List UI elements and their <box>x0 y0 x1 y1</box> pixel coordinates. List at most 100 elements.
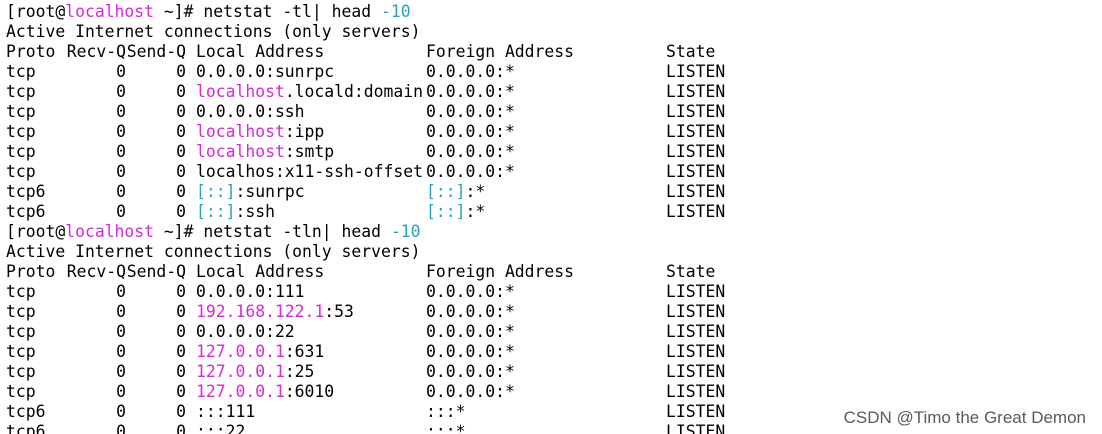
prompt-line[interactable]: [root@localhost ~]# netstat -tl| head -1… <box>6 2 1102 22</box>
cell-sendq: 0 <box>176 402 186 421</box>
cell-proto: tcp <box>6 102 36 121</box>
cell-local-address: 127.0.0.1:6010 <box>186 382 426 402</box>
cell-state: LISTEN <box>666 382 726 401</box>
foreign-address-rest: 0.0.0.0:* <box>426 122 515 141</box>
local-address-rest: .locald:domain <box>284 82 423 101</box>
local-address-highlight: localhost <box>196 142 285 161</box>
local-address-rest: 0.0.0.0:sunrpc <box>196 62 335 81</box>
local-address-rest: localhos:x11-ssh-offset <box>196 162 423 181</box>
terminal-window[interactable]: [root@localhost ~]# netstat -tl| head -1… <box>0 0 1102 434</box>
cell-proto: tcp6 <box>6 402 46 421</box>
cell-proto: tcp <box>6 302 36 321</box>
cell-sendq: 0 <box>176 382 186 401</box>
table-row: tcp 0 0 0.0.0.0:22 0.0.0.0:* LISTEN <box>6 322 1102 342</box>
table-row: tcp 0 0 127.0.0.1:25 0.0.0.0:* LISTEN <box>6 362 1102 382</box>
prompt-command: ~]# netstat -tln| head <box>154 222 391 241</box>
cell-state: LISTEN <box>666 142 726 161</box>
table-row: tcp 0 0 0.0.0.0:111 0.0.0.0:* LISTEN <box>6 282 1102 302</box>
header-recvq: Recv-Q <box>66 42 126 61</box>
cell-local-address: 0.0.0.0:22 <box>186 322 426 342</box>
foreign-address-highlight: [::] <box>426 202 466 221</box>
foreign-address-rest: 0.0.0.0:* <box>426 342 515 361</box>
cell-recvq: 0 <box>116 282 126 301</box>
foreign-address-rest: 0.0.0.0:* <box>426 142 515 161</box>
cell-sendq: 0 <box>176 422 186 434</box>
cell-foreign-address: 0.0.0.0:* <box>426 322 666 342</box>
local-address-rest: :6010 <box>284 382 335 401</box>
cell-state: LISTEN <box>666 362 726 381</box>
cell-state: LISTEN <box>666 182 726 201</box>
cell-proto: tcp <box>6 142 36 161</box>
cell-foreign-address: 0.0.0.0:* <box>426 62 666 82</box>
cell-local-address: 0.0.0.0:111 <box>186 282 426 302</box>
cell-foreign-address: 0.0.0.0:* <box>426 282 666 302</box>
table-row: tcp 0 0 localhost.locald:domain 0.0.0.0:* LIS… <box>6 82 1102 102</box>
cell-state: LISTEN <box>666 102 726 121</box>
cell-recvq: 0 <box>116 422 126 434</box>
cell-recvq: 0 <box>116 202 126 221</box>
foreign-address-rest: 0.0.0.0:* <box>426 322 515 341</box>
table-header: Proto Recv-QSend-Q Local Address Foreign Ad… <box>6 42 1102 62</box>
watermark: CSDN @Timo the Great Demon <box>843 408 1086 427</box>
terminal-output: [root@localhost ~]# netstat -tl| head -1… <box>6 2 1102 434</box>
cell-foreign-address: 0.0.0.0:* <box>426 102 666 122</box>
cell-proto: tcp6 <box>6 182 46 201</box>
cell-proto: tcp <box>6 82 36 101</box>
table-row: tcp6 0 0 [::]:sunrpc [::]:* LISTEN <box>6 182 1102 202</box>
cell-local-address: [::]:ssh <box>186 202 426 222</box>
header-local-address: Local Address <box>196 262 325 281</box>
cell-foreign-address: 0.0.0.0:* <box>426 142 666 162</box>
cell-proto: tcp <box>6 62 36 81</box>
header-foreign-address: Foreign Address <box>426 42 575 61</box>
table-row: tcp 0 0 0.0.0.0:sunrpc 0.0.0.0:* LISTEN <box>6 62 1102 82</box>
cell-sendq: 0 <box>176 302 186 321</box>
cell-proto: tcp6 <box>6 422 46 434</box>
cell-local-address: localhos:x11-ssh-offset <box>186 162 426 182</box>
local-address-highlight: localhost <box>196 122 285 141</box>
header-state: State <box>666 262 716 281</box>
table-row: tcp 0 0 127.0.0.1:631 0.0.0.0:* LISTEN <box>6 342 1102 362</box>
table-row: tcp6 0 0 [::]:ssh [::]:* LISTEN <box>6 202 1102 222</box>
cell-local-address: localhost:smtp <box>186 142 426 162</box>
header-sendq: Send-Q <box>126 262 186 281</box>
local-address-highlight: localhost <box>196 82 285 101</box>
cell-state: LISTEN <box>666 62 726 81</box>
cell-sendq: 0 <box>176 342 186 361</box>
cell-sendq: 0 <box>176 162 186 181</box>
local-address-rest: :ssh <box>235 202 275 221</box>
cell-recvq: 0 <box>116 382 126 401</box>
cell-state: LISTEN <box>666 422 726 434</box>
cell-recvq: 0 <box>116 62 126 81</box>
cell-sendq: 0 <box>176 102 186 121</box>
cell-sendq: 0 <box>176 362 186 381</box>
local-address-rest: 0.0.0.0:22 <box>196 322 295 341</box>
cell-foreign-address: 0.0.0.0:* <box>426 82 666 102</box>
cell-local-address: :::111 <box>186 402 426 422</box>
cell-local-address: :::22 <box>186 422 426 434</box>
cell-state: LISTEN <box>666 402 726 421</box>
output-title-text: Active Internet connections (only server… <box>6 22 421 41</box>
local-address-highlight: 127.0.0.1 <box>196 362 285 381</box>
header-local-address: Local Address <box>196 42 325 61</box>
local-address-highlight: [::] <box>196 202 236 221</box>
cell-state: LISTEN <box>666 342 726 361</box>
cell-state: LISTEN <box>666 122 726 141</box>
local-address-rest: 0.0.0.0:ssh <box>196 102 305 121</box>
cell-proto: tcp <box>6 162 36 181</box>
cell-sendq: 0 <box>176 142 186 161</box>
prompt-line[interactable]: [root@localhost ~]# netstat -tln| head -… <box>6 222 1102 242</box>
foreign-address-rest: :* <box>465 202 486 221</box>
cell-local-address: [::]:sunrpc <box>186 182 426 202</box>
cell-sendq: 0 <box>176 122 186 141</box>
command-argument: -10 <box>381 2 411 21</box>
cell-sendq: 0 <box>176 282 186 301</box>
cell-proto: tcp6 <box>6 202 46 221</box>
cell-local-address: 127.0.0.1:25 <box>186 362 426 382</box>
local-address-rest: :::22 <box>196 422 246 434</box>
local-address-rest: :::111 <box>196 402 256 421</box>
foreign-address-rest: :* <box>465 182 486 201</box>
foreign-address-rest: 0.0.0.0:* <box>426 282 515 301</box>
cell-recvq: 0 <box>116 162 126 181</box>
cell-foreign-address: 0.0.0.0:* <box>426 162 666 182</box>
cell-sendq: 0 <box>176 202 186 221</box>
